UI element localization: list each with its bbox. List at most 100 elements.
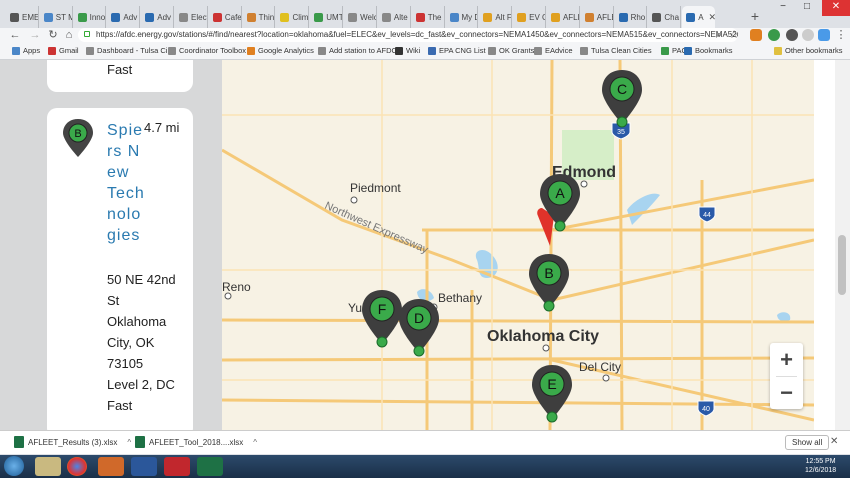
close-tab-icon[interactable]: ✕ (709, 12, 715, 23)
bookmark-item[interactable]: Dashboard - Tulsa Ci (86, 46, 167, 55)
tab-favicon-icon (517, 12, 527, 22)
bookmark-item[interactable]: OK Grants (488, 46, 534, 55)
excel-icon[interactable] (197, 457, 223, 476)
bookmark-item[interactable]: Add station to AFDC (318, 46, 397, 55)
marker-label: B (74, 128, 81, 140)
tab-label: Thin (258, 12, 275, 22)
tab-label: Cha (664, 12, 680, 22)
browser-tab[interactable]: Alte (378, 6, 411, 28)
browser-tab[interactable]: Welc (344, 6, 377, 28)
map-canvas[interactable]: Piedmont Edmond Northwest Expressway Ren… (222, 60, 814, 430)
browser-tab[interactable]: Thin (243, 6, 276, 28)
close-window-button[interactable]: ✕ (822, 0, 850, 16)
marker-b-icon: B (63, 119, 93, 157)
bookmark-label: Dashboard - Tulsa Ci (97, 46, 168, 55)
bookmark-item[interactable]: PAC (661, 46, 687, 55)
browser-tab[interactable]: My D (446, 6, 479, 28)
search-icon[interactable]: ⌕ (712, 28, 726, 42)
reload-button[interactable]: ↻ (46, 28, 60, 42)
bookmark-item[interactable]: Gmail (48, 46, 79, 55)
close-icon[interactable]: ✕ (830, 436, 838, 447)
extension-icon[interactable] (802, 29, 814, 41)
bookmark-label: Tulsa Clean Cities (591, 46, 652, 55)
tab-label: Alte (393, 12, 408, 22)
tab-favicon-icon (652, 12, 662, 22)
address-bar[interactable]: https://afdc.energy.gov/stations/#/find/… (78, 28, 738, 42)
place-label: Oklahoma City (487, 328, 599, 345)
marker-label: E (547, 376, 556, 392)
browser-toolbar: ← → ↻ ⌂ https://afdc.energy.gov/stations… (0, 28, 850, 44)
browser-tab[interactable]: ST M (40, 6, 73, 28)
tab-favicon-icon (212, 12, 222, 22)
scrollbar-thumb[interactable] (838, 235, 846, 295)
station-marker-icon[interactable]: C (602, 70, 642, 128)
bookmark-star-icon[interactable]: ☆ (727, 28, 741, 42)
chevron-up-icon[interactable]: ^ (127, 438, 131, 447)
bookmark-item[interactable]: Coordinator Toolbox (168, 46, 246, 55)
bookmark-item[interactable]: Other bookmarks (774, 46, 843, 55)
outlook-icon[interactable] (98, 457, 124, 476)
browser-tab[interactable]: Clim (276, 6, 310, 28)
station-marker-icon[interactable]: F (362, 290, 402, 348)
browser-tab[interactable]: A ✕ (682, 6, 715, 28)
station-name-link[interactable]: Spiers New Technologies (107, 120, 145, 246)
maximize-button[interactable]: □ (796, 0, 818, 16)
menu-icon[interactable]: ⋮ (834, 28, 848, 42)
show-all-button[interactable]: Show all (785, 435, 830, 450)
bookmark-favicon-icon (318, 46, 326, 55)
browser-tab[interactable]: Elect (175, 6, 208, 28)
zoom-out-button[interactable]: − (770, 376, 803, 409)
new-tab-button[interactable]: + (747, 8, 763, 24)
browser-tab[interactable]: Alt F (479, 6, 513, 28)
minimize-button[interactable]: − (772, 0, 794, 16)
browser-tab[interactable]: EMES (6, 6, 39, 28)
bookmark-item[interactable]: Wiki (395, 46, 420, 55)
home-button[interactable]: ⌂ (62, 28, 76, 42)
extension-icon[interactable] (750, 29, 762, 41)
acrobat-icon[interactable] (164, 457, 190, 476)
bookmark-item[interactable]: EPA CNG List (428, 46, 486, 55)
word-icon[interactable] (131, 457, 157, 476)
map[interactable]: Piedmont Edmond Northwest Expressway Ren… (222, 60, 814, 430)
forward-button[interactable]: → (28, 28, 42, 42)
chevron-up-icon[interactable]: ^ (253, 438, 257, 447)
browser-tab[interactable]: Adv (107, 6, 141, 28)
browser-tab[interactable]: Adv (141, 6, 175, 28)
browser-tab[interactable]: Cha (648, 6, 682, 28)
tab-favicon-icon (179, 12, 189, 22)
bookmark-favicon-icon (580, 46, 588, 55)
browser-tab[interactable]: Inno (74, 6, 107, 28)
download-item[interactable]: AFLEET_Results (3).xlsx ^ (14, 436, 131, 448)
bookmark-label: Apps (23, 46, 41, 55)
shield-label: 44 (703, 212, 711, 219)
bookmark-item[interactable]: Google Analytics (247, 46, 314, 55)
zoom-in-button[interactable]: + (770, 343, 803, 376)
bookmark-item[interactable]: Bookmarks (684, 46, 733, 55)
start-button[interactable] (4, 456, 24, 476)
system-clock[interactable]: 12:55 PM 12/6/2018 (805, 457, 836, 475)
tab-favicon-icon (584, 12, 594, 22)
tab-label: UMT (326, 12, 344, 22)
browser-tab[interactable]: The (412, 6, 445, 28)
station-marker-icon[interactable]: D (399, 299, 439, 357)
browser-tab[interactable]: AFLE (547, 6, 580, 28)
extension-icon[interactable] (768, 29, 780, 41)
station-card-previous[interactable]: Fast (47, 60, 193, 92)
chrome-icon[interactable] (67, 457, 87, 476)
browser-tab[interactable]: Rho (615, 6, 648, 28)
browser-tab[interactable]: Cafe (209, 6, 242, 28)
tab-strip: EMES ST M Inno Adv Adv Elect Cafe Thin Clim UMT We… (0, 0, 850, 30)
download-item[interactable]: AFLEET_Tool_2018....xlsx ^ (135, 436, 257, 448)
browser-tab[interactable]: UMT (310, 6, 344, 28)
extension-icon[interactable] (818, 29, 830, 41)
file-explorer-icon[interactable] (35, 457, 61, 476)
station-marker-icon[interactable]: E (532, 365, 572, 423)
bookmark-item[interactable]: Apps (12, 46, 40, 55)
browser-tab[interactable]: AFLE (581, 6, 614, 28)
bookmark-item[interactable]: Tulsa Clean Cities (580, 46, 652, 55)
station-marker-icon[interactable]: B (529, 254, 569, 312)
back-button[interactable]: ← (8, 28, 22, 42)
browser-tab[interactable]: EV C (513, 6, 546, 28)
bookmark-item[interactable]: EAdvice (534, 46, 573, 55)
extension-icon[interactable] (786, 29, 798, 41)
